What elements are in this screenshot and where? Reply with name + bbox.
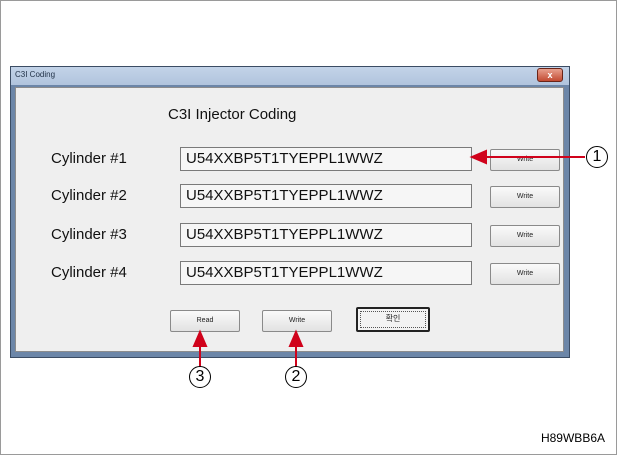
- callout-3: 3: [189, 366, 211, 388]
- callout-2: 2: [285, 366, 307, 388]
- arrow-3-head: [192, 329, 208, 347]
- figure-code: H89WBB6A: [540, 431, 605, 445]
- callout-1: 1: [586, 146, 608, 168]
- arrow-2-head: [288, 329, 304, 347]
- arrow-1-head: [469, 149, 487, 165]
- callout-arrows: [192, 149, 585, 367]
